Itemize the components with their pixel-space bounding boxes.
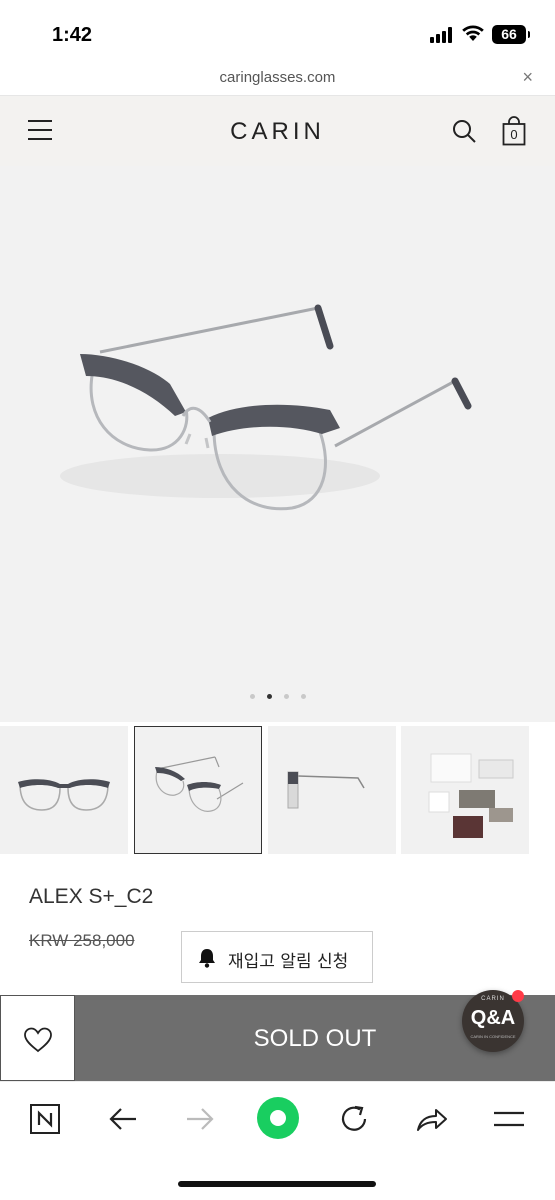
qa-label: Q&A (470, 1007, 516, 1029)
refresh-button[interactable] (334, 1099, 374, 1139)
share-icon (417, 1109, 447, 1131)
glasses-illustration (60, 304, 472, 511)
carousel-dots[interactable] (0, 694, 555, 699)
home-indicator (178, 1181, 376, 1187)
product-price: KRW 258,000 (29, 931, 135, 950)
product-hero-image[interactable] (0, 166, 555, 722)
back-icon (109, 1108, 136, 1130)
restock-label: 재입고 알림 신청 (228, 952, 349, 972)
qa-tagline: CARIN IN CONFIDENCE (470, 1034, 516, 1039)
thumbnail-package-view[interactable] (401, 726, 529, 854)
cart-count: 0 (510, 127, 518, 142)
carousel-dot[interactable] (300, 694, 306, 699)
refresh-icon (341, 1105, 367, 1131)
home-button[interactable] (256, 1096, 300, 1140)
close-icon[interactable]: × (522, 67, 533, 88)
site-header: CARIN 0 (0, 96, 555, 166)
naver-button[interactable] (26, 1099, 66, 1139)
product-name: ALEX S+_C2 (29, 885, 154, 908)
naver-icon (30, 1104, 60, 1134)
menu-icon (494, 1111, 524, 1127)
restock-notify-button[interactable]: 재입고 알림 신청 (181, 931, 373, 983)
search-icon[interactable] (452, 119, 476, 143)
thumbnail-strip (0, 722, 555, 856)
heart-icon (24, 1027, 52, 1053)
bell-icon (199, 949, 215, 968)
battery-icon: 66 (492, 25, 530, 44)
back-button[interactable] (104, 1099, 144, 1139)
url-text[interactable]: caringlasses.com (0, 69, 555, 86)
carousel-dot-active[interactable] (266, 694, 272, 699)
notification-dot (512, 990, 524, 1002)
url-bar[interactable]: caringlasses.com × (0, 62, 555, 96)
status-bar: 1:42 66 (0, 0, 555, 62)
forward-icon (187, 1108, 214, 1130)
thumbnail-front-view[interactable] (0, 726, 128, 854)
carousel-dot[interactable] (249, 694, 255, 699)
share-button[interactable] (412, 1099, 452, 1139)
wishlist-button[interactable] (0, 995, 75, 1081)
thumbnail-angle-view[interactable] (134, 726, 262, 854)
thumbnail-side-view[interactable] (268, 726, 396, 854)
carousel-dot[interactable] (283, 694, 289, 699)
forward-button[interactable] (181, 1099, 221, 1139)
home-icon (257, 1097, 299, 1139)
wifi-icon (462, 25, 484, 41)
cart-button[interactable]: 0 (502, 116, 526, 146)
signal-icon (430, 27, 456, 43)
menu-button[interactable] (490, 1099, 530, 1139)
status-time: 1:42 (52, 24, 93, 46)
